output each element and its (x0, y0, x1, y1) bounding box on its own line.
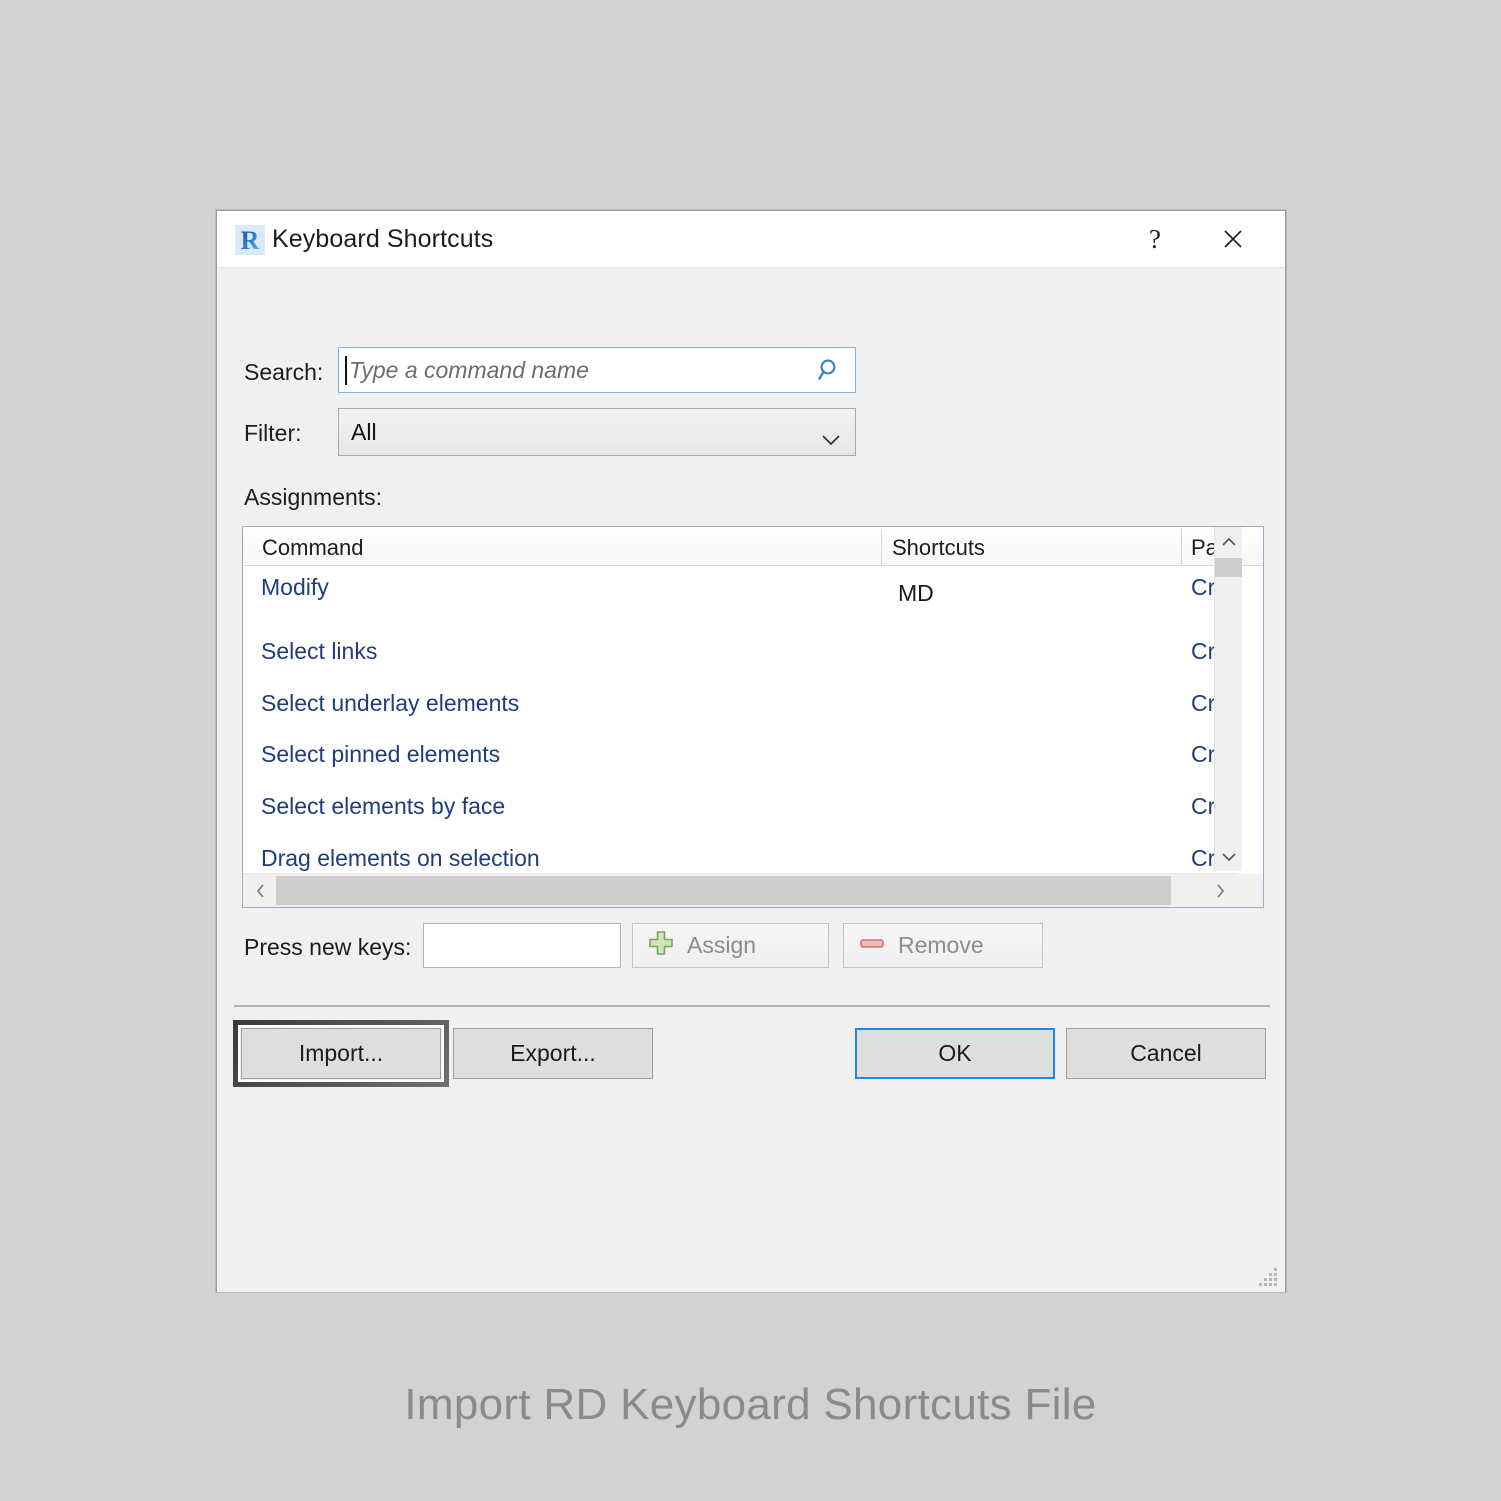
plus-icon (647, 929, 675, 963)
table-row[interactable]: Modify MD Crea (243, 566, 1243, 630)
row-command: Select underlay elements (261, 690, 519, 717)
list-rows-viewport: Modify MD Crea Select links Crea Select … (243, 566, 1243, 872)
dialog-body: Search: Filter: All Assignments: (217, 268, 1285, 1292)
minus-icon (858, 929, 886, 963)
help-button[interactable]: ? (1125, 211, 1185, 267)
figure-caption: Import RD Keyboard Shortcuts File (0, 1380, 1501, 1430)
filter-dropdown[interactable]: All (338, 408, 856, 456)
list-header-row: Command Shortcuts Path (243, 527, 1263, 566)
search-field-wrapper[interactable] (338, 347, 856, 393)
row-command: Drag elements on selection (261, 845, 540, 872)
horizontal-scrollbar-thumb[interactable] (276, 876, 1171, 905)
press-new-keys-input[interactable] (423, 923, 621, 968)
cancel-button[interactable]: Cancel (1066, 1028, 1266, 1079)
vertical-scrollbar[interactable] (1214, 527, 1242, 871)
svg-text:R: R (240, 226, 259, 255)
row-shortcut: MD (898, 580, 934, 607)
table-row[interactable]: Select pinned elements Crea (243, 733, 1243, 785)
chevron-up-icon[interactable] (1215, 527, 1242, 557)
chevron-down-icon (821, 426, 841, 453)
search-label: Search: (244, 359, 323, 386)
revit-r-icon: R (233, 223, 266, 256)
search-input[interactable] (339, 349, 789, 391)
chevron-left-icon[interactable] (245, 874, 275, 907)
row-command: Select elements by face (261, 793, 505, 820)
table-row[interactable]: Select elements by face Crea (243, 785, 1243, 837)
magnifier-icon[interactable] (817, 357, 843, 383)
import-button[interactable]: Import... (241, 1028, 441, 1079)
row-command: Modify (261, 574, 329, 601)
chevron-right-icon[interactable] (1205, 874, 1235, 907)
close-icon[interactable] (1203, 211, 1263, 267)
window-title: Keyboard Shortcuts (272, 225, 493, 254)
resize-grip-icon[interactable] (1257, 1265, 1279, 1287)
table-row[interactable]: Select underlay elements Crea (243, 682, 1243, 733)
column-divider (1181, 529, 1182, 565)
keyboard-shortcuts-dialog: R Keyboard Shortcuts ? Search: Filter: (216, 210, 1286, 1292)
table-row[interactable]: Drag elements on selection Crea (243, 837, 1243, 872)
row-command: Select pinned elements (261, 741, 500, 768)
filter-label: Filter: (244, 420, 302, 447)
filter-selected-value: All (351, 419, 377, 446)
assign-button-label: Assign (687, 932, 756, 959)
ok-button[interactable]: OK (855, 1028, 1055, 1079)
export-button[interactable]: Export... (453, 1028, 653, 1079)
chevron-down-icon[interactable] (1215, 841, 1242, 871)
horizontal-scrollbar[interactable] (243, 873, 1237, 907)
title-bar: R Keyboard Shortcuts ? (217, 211, 1285, 268)
assignments-list[interactable]: Command Shortcuts Path Modify MD Crea Se… (242, 526, 1264, 908)
row-command: Select links (261, 638, 377, 665)
column-divider (881, 529, 882, 565)
scrollbar-corner (1235, 874, 1263, 907)
assignments-label: Assignments: (244, 484, 382, 511)
column-header-command[interactable]: Command (262, 535, 363, 561)
footer-divider (234, 1005, 1270, 1007)
vertical-scrollbar-thumb[interactable] (1215, 558, 1242, 577)
remove-button-label: Remove (898, 932, 984, 959)
press-new-keys-label: Press new keys: (244, 934, 411, 961)
remove-button[interactable]: Remove (843, 923, 1043, 968)
table-row[interactable]: Select links Crea (243, 630, 1243, 682)
text-caret (345, 356, 347, 385)
assign-button[interactable]: Assign (632, 923, 829, 968)
column-header-shortcuts[interactable]: Shortcuts (892, 535, 985, 561)
